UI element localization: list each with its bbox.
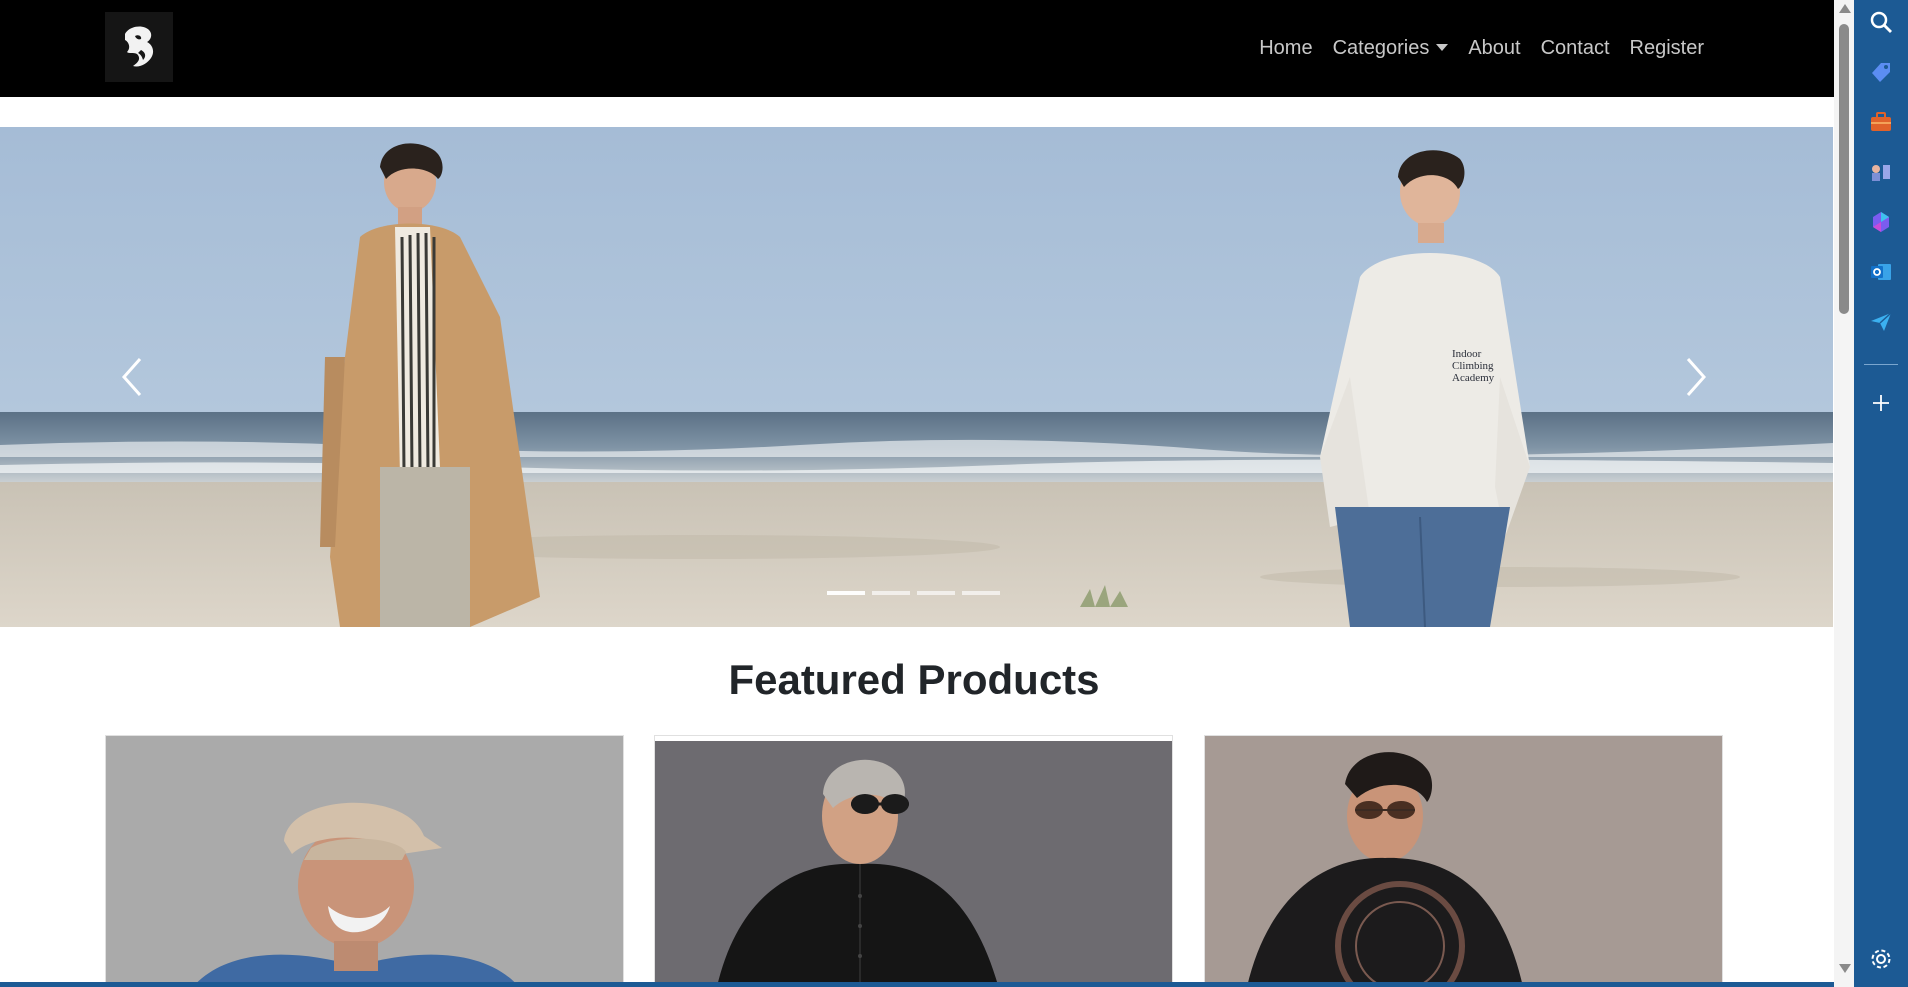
nav-home[interactable]: Home [1249,37,1322,60]
browser-sidebar [1854,0,1908,987]
carousel-indicator[interactable] [962,591,1000,595]
briefcase-icon[interactable] [1865,106,1897,138]
carousel-indicator[interactable] [872,591,910,595]
tag-icon[interactable] [1865,56,1897,88]
product-card[interactable] [105,735,624,987]
sidebar-divider [1864,364,1898,365]
product-image [1205,736,1722,987]
search-icon[interactable] [1865,6,1897,38]
section-title: Featured Products [728,656,1100,703]
logo-icon [105,12,173,82]
browser-viewport: Home Categories About Contact Register I… [0,0,1834,987]
nav-register[interactable]: Register [1620,37,1714,60]
nav-contact[interactable]: Contact [1531,37,1620,60]
games-icon[interactable] [1865,156,1897,188]
nav-categories-dropdown[interactable]: Categories [1323,37,1459,60]
copilot-icon[interactable] [1865,206,1897,238]
scroll-up-arrow-icon[interactable] [1839,4,1851,13]
chevron-left-icon [121,358,142,396]
product-grid [105,735,1725,987]
product-image [655,741,1172,987]
chevron-right-icon [1686,358,1707,396]
carousel-slide-image: Indoor Climbing Academy [0,127,1833,627]
carousel-next-button[interactable] [1670,347,1720,407]
navbar: Home Categories About Contact Register [0,0,1834,97]
scroll-down-arrow-icon[interactable] [1839,964,1851,973]
scrollbar-thumb[interactable] [1839,24,1849,314]
page-bottom-edge [0,982,1834,987]
send-icon[interactable] [1865,306,1897,338]
page-scrollbar[interactable] [1834,0,1854,987]
nav-links: Home Categories About Contact Register [1249,0,1714,97]
carousel-indicators [827,591,1000,595]
brand-logo[interactable] [105,12,173,82]
settings-icon[interactable] [1865,943,1897,975]
hero-carousel[interactable]: Indoor Climbing Academy [0,127,1833,627]
caret-down-icon [1436,44,1449,51]
carousel-indicator[interactable] [827,591,865,595]
add-icon[interactable] [1865,387,1897,419]
product-card[interactable] [654,735,1173,987]
carousel-indicator[interactable] [917,591,955,595]
nav-about[interactable]: About [1458,37,1530,60]
product-card[interactable] [1204,735,1723,987]
carousel-prev-button[interactable] [108,347,158,407]
outlook-icon[interactable] [1865,256,1897,288]
product-image [106,736,623,987]
nav-categories-label: Categories [1332,37,1430,59]
